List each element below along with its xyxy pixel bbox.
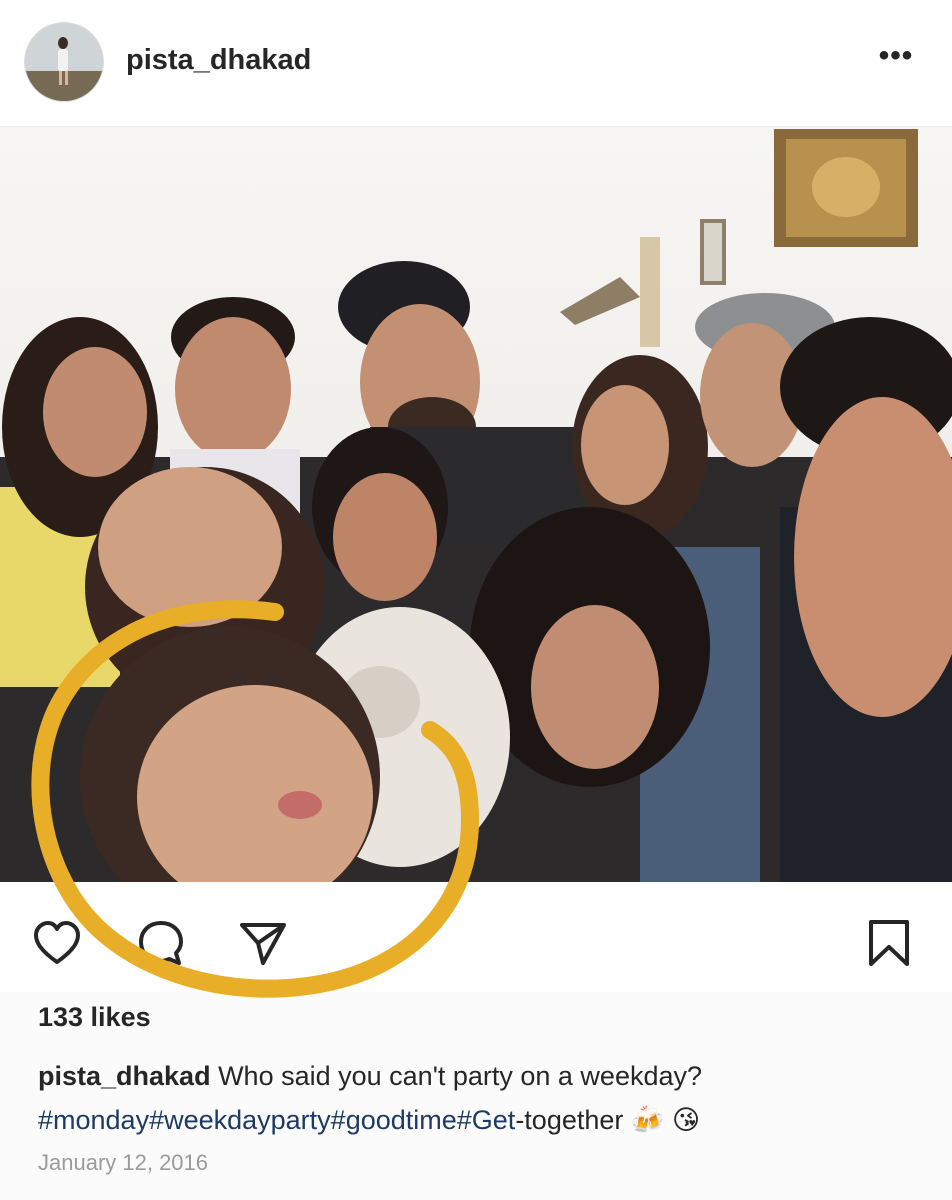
post-date: January 12, 2016 [38,1150,209,1175]
post-caption: pista_dhakad Who said you can't party on… [38,1054,918,1142]
caption-hashtags[interactable]: #monday#weekdayparty#goodtime#Get [38,1105,515,1135]
heart-icon[interactable] [30,916,84,970]
caption-username[interactable]: pista_dhakad [38,1061,211,1091]
caption-tail: -together [515,1105,624,1135]
likes-count[interactable]: 133 likes [38,1002,151,1033]
caption-text: Who said you can't party on a weekday? [218,1061,703,1091]
instagram-post: pista_dhakad ••• 133 likes pista_dhakad … [0,0,952,1200]
post-header: pista_dhakad ••• [0,0,952,127]
group-selfie-image [0,127,952,882]
avatar-image [25,23,103,101]
caption-emoji: 🍻 😘 [630,1105,701,1135]
post-username[interactable]: pista_dhakad [126,44,311,77]
post-photo[interactable] [0,127,952,882]
comment-icon[interactable] [134,916,188,970]
more-icon[interactable]: ••• [872,41,920,78]
bookmark-icon[interactable] [862,916,916,970]
share-icon[interactable] [236,916,290,970]
avatar[interactable] [24,22,104,102]
post-actions [0,882,952,992]
